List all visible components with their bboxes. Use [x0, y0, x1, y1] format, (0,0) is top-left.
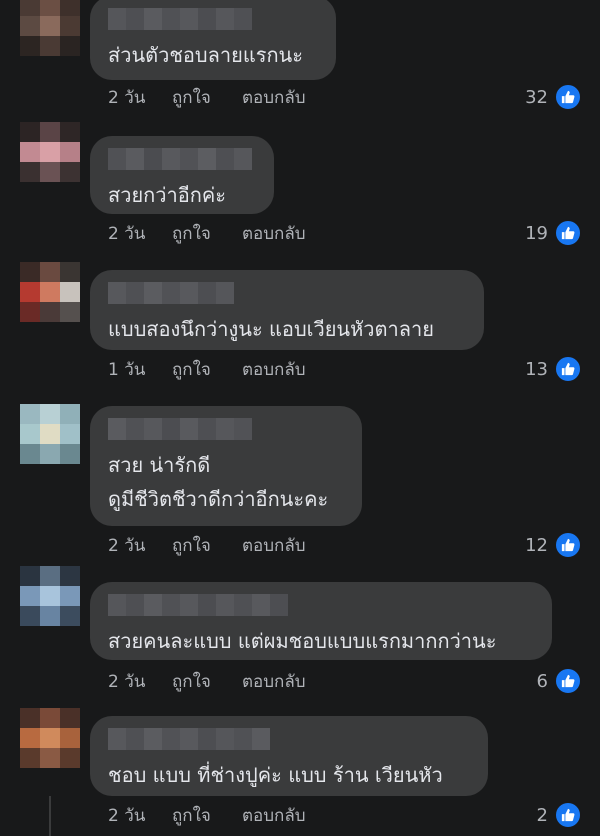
avatar[interactable] [20, 708, 80, 768]
reply-button[interactable]: ตอบกลับ [242, 358, 306, 382]
comment-meta: 2 วัน ถูกใจ ตอบกลับ [108, 670, 306, 694]
comment-bubble: ส่วนตัวชอบลายแรกนะ [90, 0, 336, 80]
blurred-author-name [108, 594, 534, 616]
comment-meta: 2 วัน ถูกใจ ตอบกลับ [108, 222, 306, 246]
reaction-count: 12 [525, 534, 548, 556]
comment-meta: 2 วัน ถูกใจ ตอบกลับ [108, 804, 306, 828]
blurred-author-name [108, 418, 344, 440]
comment-bubble: ชอบ แบบ ที่ช่างปูค่ะ แบบ ร้าน เวียนหัว [90, 716, 488, 796]
comment-text: ส่วนตัวชอบลายแรกนะ [108, 43, 303, 67]
comment-age[interactable]: 2 วัน [108, 670, 172, 694]
comment-text: ชอบ แบบ ที่ช่างปูค่ะ แบบ ร้าน เวียนหัว [108, 763, 443, 787]
blurred-author-name [108, 8, 318, 30]
comment-text-line-1: สวย น่ารักดี [108, 453, 211, 477]
comment-meta: 2 วัน ถูกใจ ตอบกลับ [108, 534, 306, 558]
thumbs-up-icon [554, 667, 582, 695]
avatar[interactable] [20, 404, 80, 464]
avatar[interactable] [20, 122, 80, 182]
blurred-author-name [108, 282, 466, 304]
thumbs-up-icon [554, 355, 582, 383]
comment-text: สวยกว่าอีกค่ะ [108, 183, 226, 207]
reaction-count: 13 [525, 358, 548, 380]
comment-bubble: สวยคนละแบบ แต่ผมชอบแบบแรกมากกว่านะ [90, 582, 552, 660]
avatar[interactable] [20, 566, 80, 626]
thumbs-up-icon [554, 531, 582, 559]
reply-button[interactable]: ตอบกลับ [242, 804, 306, 828]
like-button[interactable]: ถูกใจ [172, 534, 242, 558]
thumbs-up-icon [554, 801, 582, 829]
reaction-count: 2 [536, 804, 548, 826]
like-button[interactable]: ถูกใจ [172, 670, 242, 694]
comment-age[interactable]: 2 วัน [108, 534, 172, 558]
blurred-author-name [108, 728, 470, 750]
reply-button[interactable]: ตอบกลับ [242, 534, 306, 558]
like-button[interactable]: ถูกใจ [172, 222, 242, 246]
reply-button[interactable]: ตอบกลับ [242, 222, 306, 246]
blurred-author-name [108, 148, 256, 170]
reaction-summary[interactable]: 13 [525, 355, 582, 383]
reaction-summary[interactable]: 6 [536, 667, 582, 695]
reaction-summary[interactable]: 32 [525, 83, 582, 111]
comment-text: แบบสองนึกว่างูนะ แอบเวียนหัวตาลาย [108, 317, 434, 341]
like-button[interactable]: ถูกใจ [172, 86, 242, 110]
reaction-count: 19 [525, 222, 548, 244]
comment-bubble: สวย น่ารักดี ดูมีชีวิตชีวาดีกว่าอีกนะคะ [90, 406, 362, 526]
reply-button[interactable]: ตอบกลับ [242, 86, 306, 110]
comment-age[interactable]: 1 วัน [108, 358, 172, 382]
reaction-summary[interactable]: 19 [525, 219, 582, 247]
reaction-summary[interactable]: 2 [536, 801, 582, 829]
reaction-count: 32 [525, 86, 548, 108]
like-button[interactable]: ถูกใจ [172, 358, 242, 382]
thumbs-up-icon [554, 219, 582, 247]
comment-text-line-2: ดูมีชีวิตชีวาดีกว่าอีกนะคะ [108, 487, 329, 511]
comment-meta: 1 วัน ถูกใจ ตอบกลับ [108, 358, 306, 382]
avatar[interactable] [20, 0, 80, 56]
comment-bubble: สวยกว่าอีกค่ะ [90, 136, 274, 214]
comment-bubble: แบบสองนึกว่างูนะ แอบเวียนหัวตาลาย [90, 270, 484, 350]
comment-text: สวยคนละแบบ แต่ผมชอบแบบแรกมากกว่านะ [108, 629, 497, 653]
comment-meta: 2 วัน ถูกใจ ตอบกลับ [108, 86, 306, 110]
comment-age[interactable]: 2 วัน [108, 222, 172, 246]
reply-button[interactable]: ตอบกลับ [242, 670, 306, 694]
comment-age[interactable]: 2 วัน [108, 86, 172, 110]
reaction-summary[interactable]: 12 [525, 531, 582, 559]
reaction-count: 6 [536, 670, 548, 692]
reply-thread-line [49, 796, 51, 836]
avatar[interactable] [20, 262, 80, 322]
comment-age[interactable]: 2 วัน [108, 804, 172, 828]
thumbs-up-icon [554, 83, 582, 111]
like-button[interactable]: ถูกใจ [172, 804, 242, 828]
